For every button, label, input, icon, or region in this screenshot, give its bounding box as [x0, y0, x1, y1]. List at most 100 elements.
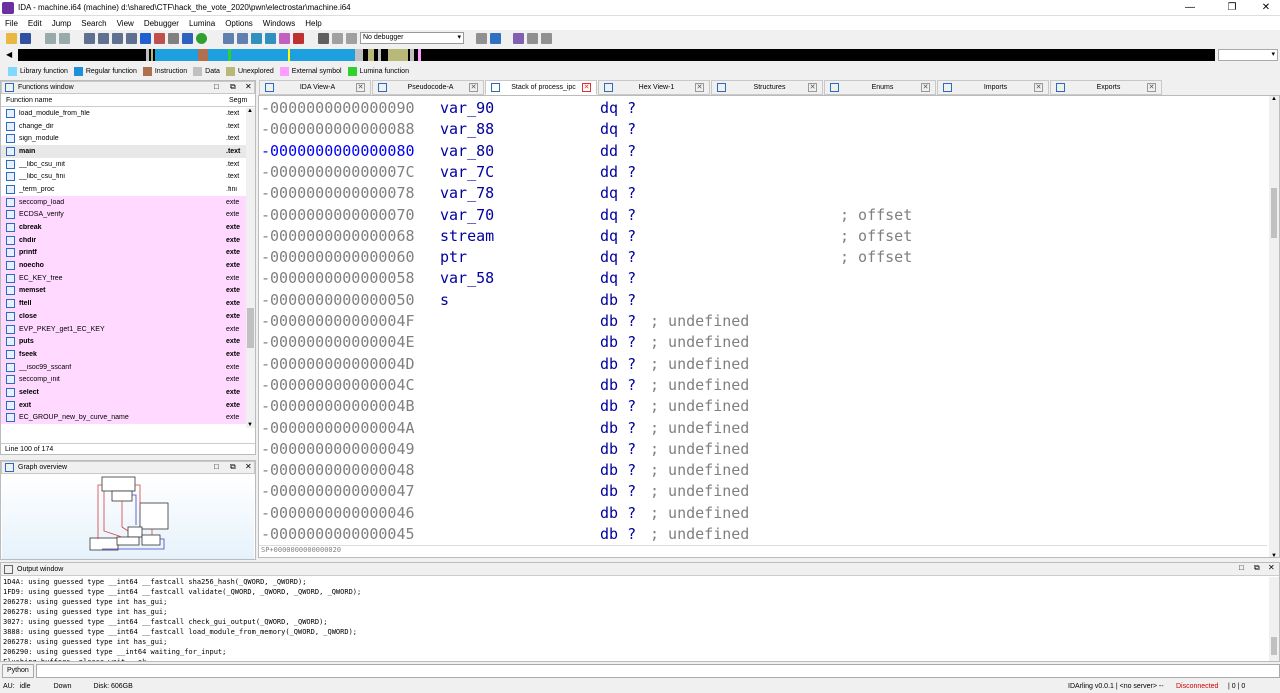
output-scrollbar[interactable] — [1269, 577, 1279, 661]
function-row[interactable]: seccomp_load exte — [1, 195, 255, 209]
function-row[interactable]: sign_module .text — [1, 132, 255, 145]
stack-row[interactable]: -0000000000000070 var_70 dq ? ; offset — [259, 205, 1269, 226]
function-row[interactable]: seccomp_init exte — [1, 373, 255, 387]
function-row[interactable]: printf exte — [1, 246, 255, 260]
panel-close-icon[interactable]: ✕ — [245, 462, 252, 471]
panel-restore-icon[interactable]: □ — [214, 462, 219, 471]
function-row[interactable]: fseek exte — [1, 348, 255, 361]
menu-help[interactable]: Help — [300, 19, 326, 28]
panel-restore-icon[interactable]: □ — [1239, 563, 1244, 572]
tab-hex-view-1[interactable]: Hex View-1 ✕ — [598, 80, 710, 95]
string-icon[interactable] — [279, 32, 290, 44]
menu-windows[interactable]: Windows — [258, 19, 300, 28]
panel-close-icon[interactable]: ✕ — [245, 82, 252, 91]
play-icon[interactable] — [318, 32, 329, 44]
menu-debugger[interactable]: Debugger — [139, 19, 184, 28]
stack-scrollbar[interactable]: ▲ ▼ — [1269, 96, 1279, 557]
panel-float-icon[interactable]: ⧉ — [1254, 563, 1260, 573]
function-row[interactable]: memset exte — [1, 284, 255, 298]
function-row[interactable]: main .text — [1, 145, 255, 158]
stack-row[interactable]: -0000000000000046 db ? ; undefined — [259, 503, 1269, 524]
tab-pseudocode-a[interactable]: Pseudocode-A ✕ — [372, 80, 484, 95]
code-icon[interactable] — [251, 32, 262, 44]
tab-ida-view-a[interactable]: IDA View-A ✕ — [259, 80, 371, 95]
panel-close-icon[interactable]: ✕ — [1268, 563, 1275, 572]
undefine-icon[interactable] — [293, 32, 304, 44]
function-row[interactable]: _term_proc .fini — [1, 183, 255, 196]
function-row[interactable]: puts exte — [1, 335, 255, 349]
search-icon[interactable] — [112, 32, 123, 44]
stack-row[interactable]: -0000000000000088 var_88 dq ? — [259, 119, 1269, 140]
stack-row[interactable]: -000000000000004A db ? ; undefined — [259, 418, 1269, 439]
menu-file[interactable]: File — [0, 19, 23, 28]
scroll-thumb[interactable] — [1271, 637, 1277, 655]
scroll-up-icon[interactable]: ▲ — [1271, 96, 1277, 102]
settings-icon[interactable] — [527, 32, 538, 44]
binary-icon[interactable] — [84, 32, 95, 44]
nav-left-icon[interactable]: ◀ — [6, 50, 12, 59]
menu-edit[interactable]: Edit — [23, 19, 47, 28]
tab-imports[interactable]: Imports ✕ — [937, 80, 1049, 95]
struct-icon[interactable] — [237, 32, 248, 44]
stack-row[interactable]: -0000000000000060 ptr dq ? ; offset — [259, 247, 1269, 268]
panel-restore-icon[interactable]: □ — [214, 82, 219, 91]
tab-close-icon[interactable]: ✕ — [356, 83, 365, 92]
column-function-name[interactable]: Function name — [1, 97, 229, 104]
lumina-icon[interactable] — [196, 32, 207, 44]
function-row[interactable]: close exte — [1, 310, 255, 323]
function-row[interactable]: __libc_csu_init .text — [1, 158, 255, 171]
tools-icon[interactable] — [541, 32, 552, 44]
menu-jump[interactable]: Jump — [47, 19, 77, 28]
function-row[interactable]: select exte — [1, 386, 255, 399]
stop-icon[interactable] — [346, 32, 357, 44]
data-icon[interactable] — [265, 32, 276, 44]
stack-row[interactable]: -0000000000000050 s db ? — [259, 290, 1269, 311]
search-next-icon[interactable] — [126, 32, 137, 44]
stack-row[interactable]: -000000000000004D db ? ; undefined — [259, 354, 1269, 375]
tab-close-icon[interactable]: ✕ — [582, 83, 591, 92]
stack-view[interactable]: -0000000000000090 var_90 dq ? -000000000000… — [258, 95, 1280, 558]
function-row[interactable]: EC_KEY_free exte — [1, 271, 255, 285]
patch-icon[interactable] — [154, 32, 165, 44]
plugin-icon[interactable] — [513, 32, 524, 44]
stack-row[interactable]: -000000000000007C var_7C dd ? — [259, 162, 1269, 183]
stack-row[interactable]: -000000000000004B db ? ; undefined — [259, 396, 1269, 417]
stack-row[interactable]: -000000000000004F db ? ; undefined — [259, 311, 1269, 332]
tab-close-icon[interactable]: ✕ — [808, 83, 817, 92]
stack-row[interactable]: -0000000000000080 var_80 dd ? — [259, 141, 1269, 162]
function-row[interactable]: ftell exte — [1, 297, 255, 310]
save-icon[interactable] — [20, 32, 31, 44]
menu-lumina[interactable]: Lumina — [184, 19, 220, 28]
function-row[interactable]: cbreak exte — [1, 221, 255, 234]
tab-exports[interactable]: Exports ✕ — [1050, 80, 1162, 95]
function-row[interactable]: ECDSA_verify exte — [1, 208, 255, 222]
function-row[interactable]: __isoc99_sscanf exte — [1, 360, 255, 374]
tab-structures[interactable]: Structures ✕ — [711, 80, 823, 95]
function-row[interactable]: __libc_csu_fini .text — [1, 170, 255, 183]
cross-ref-icon[interactable] — [168, 32, 179, 44]
stack-row[interactable]: -000000000000004E db ? ; undefined — [259, 332, 1269, 353]
scroll-down-icon[interactable]: ▼ — [247, 422, 253, 428]
scroll-down-icon[interactable]: ▼ — [1271, 553, 1277, 557]
stack-row[interactable]: -0000000000000045 db ? ; undefined — [259, 524, 1269, 545]
function-row[interactable]: change_dir .text — [1, 120, 255, 133]
scroll-up-icon[interactable]: ▲ — [247, 108, 253, 114]
python-button[interactable]: Python — [2, 664, 34, 678]
forward-icon[interactable] — [59, 32, 70, 44]
maximize-icon[interactable]: ❐ — [1214, 0, 1250, 16]
function-row[interactable]: EC_GROUP_new_by_curve_name exte — [1, 411, 255, 425]
output-log[interactable]: 1D4A: using guessed type __int64 __fastc… — [3, 577, 1268, 661]
menu-search[interactable]: Search — [76, 19, 111, 28]
function-row[interactable]: chdir exte — [1, 233, 255, 247]
back-icon[interactable] — [45, 32, 56, 44]
column-segment[interactable]: Segm — [229, 97, 249, 104]
stack-row[interactable]: -0000000000000048 db ? ; undefined — [259, 460, 1269, 481]
func-icon[interactable] — [223, 32, 234, 44]
navigation-band[interactable] — [18, 49, 1215, 61]
panel-float-icon[interactable]: ⧉ — [230, 462, 236, 472]
menu-options[interactable]: Options — [220, 19, 258, 28]
sync-icon[interactable] — [490, 32, 501, 44]
tab-close-icon[interactable]: ✕ — [921, 83, 930, 92]
stack-row[interactable]: -0000000000000047 db ? ; undefined — [259, 481, 1269, 502]
minimize-icon[interactable]: — — [1172, 0, 1208, 16]
